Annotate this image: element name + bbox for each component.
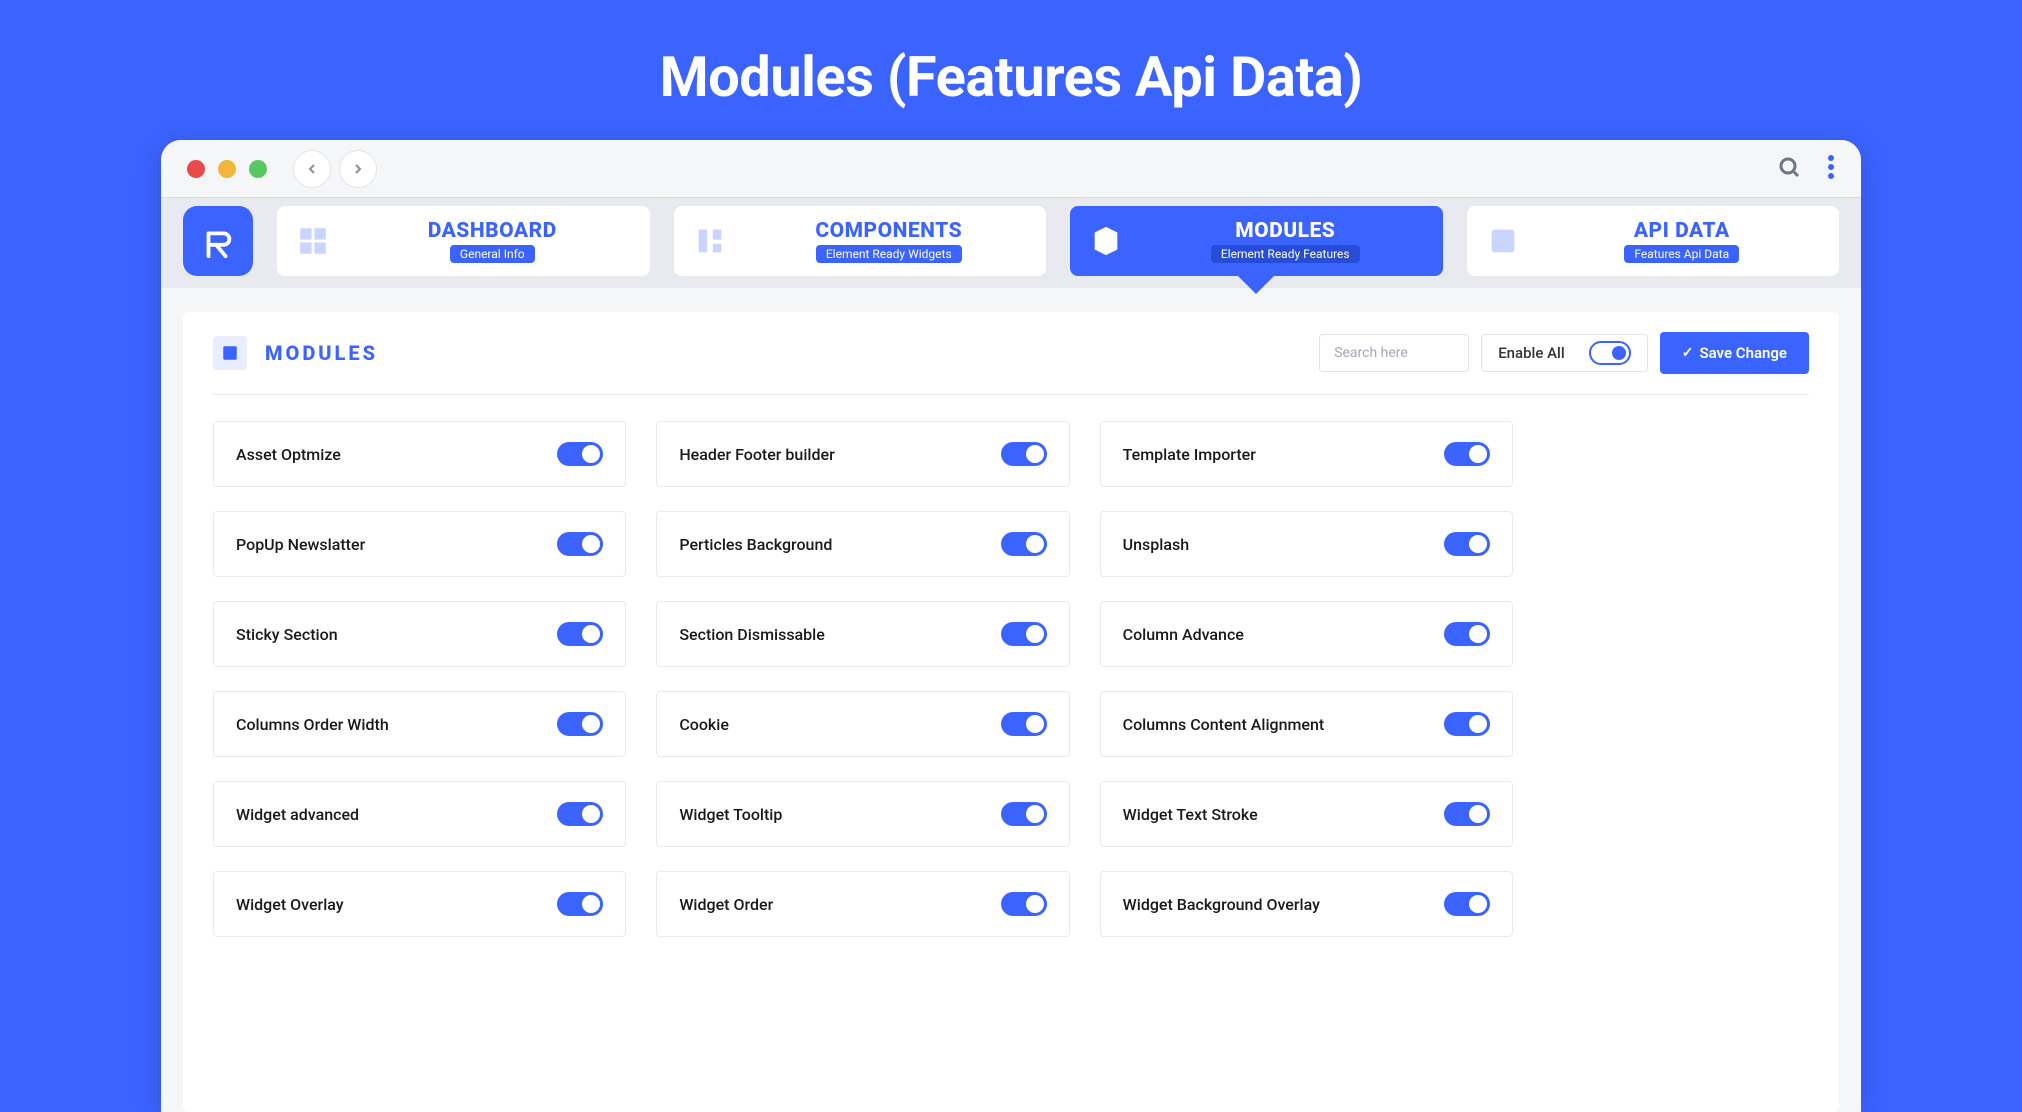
module-card: Widget advanced xyxy=(213,781,626,847)
tab-title: COMPONENTS xyxy=(815,219,962,243)
module-card: Widget Text Stroke xyxy=(1100,781,1513,847)
module-label: Column Advance xyxy=(1123,625,1244,644)
tab-title: DASHBOARD xyxy=(428,219,557,243)
module-label: Widget Overlay xyxy=(236,895,344,914)
forward-button[interactable] xyxy=(339,150,377,188)
browser-chrome xyxy=(161,140,1861,198)
module-toggle[interactable] xyxy=(1444,442,1490,466)
card-title: MODULES xyxy=(265,341,378,365)
module-label: Section Dismissable xyxy=(679,625,824,644)
tab-sub: Features Api Data xyxy=(1624,245,1739,263)
module-card: Columns Content Alignment xyxy=(1100,691,1513,757)
module-label: Cookie xyxy=(679,715,729,734)
tab-api-data[interactable]: API DATA Features Api Data xyxy=(1467,206,1840,276)
tab-sub: General Info xyxy=(450,245,535,263)
maximize-icon[interactable] xyxy=(249,160,267,178)
enable-all-toggle[interactable]: Enable All xyxy=(1481,334,1648,372)
browser-window: DASHBOARD General Info COMPONENTS Elemen… xyxy=(161,140,1861,1112)
module-card: Column Advance xyxy=(1100,601,1513,667)
card-header: MODULES Enable All ✓ Save Change xyxy=(213,332,1809,395)
module-label: Sticky Section xyxy=(236,625,338,644)
module-card: Columns Order Width xyxy=(213,691,626,757)
tab-title: API DATA xyxy=(1634,219,1730,243)
tab-dashboard[interactable]: DASHBOARD General Info xyxy=(277,206,650,276)
module-card: Unsplash xyxy=(1100,511,1513,577)
module-card: Asset Optmize xyxy=(213,421,626,487)
enable-all-label: Enable All xyxy=(1498,344,1565,362)
module-card: Widget Order xyxy=(656,871,1069,937)
traffic-lights xyxy=(187,160,267,178)
module-card: Widget Tooltip xyxy=(656,781,1069,847)
module-label: Columns Order Width xyxy=(236,715,389,734)
toggle-icon xyxy=(1589,341,1631,365)
save-button[interactable]: ✓ Save Change xyxy=(1660,332,1809,374)
module-label: Perticles Background xyxy=(679,535,832,554)
module-label: Asset Optmize xyxy=(236,445,341,464)
module-card: Widget Background Overlay xyxy=(1100,871,1513,937)
dashboard-icon xyxy=(291,219,335,263)
tab-modules[interactable]: MODULES Element Ready Features xyxy=(1070,206,1443,276)
nav-arrows xyxy=(293,150,377,188)
search-icon[interactable] xyxy=(1777,155,1801,183)
tab-sub: Element Ready Widgets xyxy=(816,245,962,263)
module-card: Cookie xyxy=(656,691,1069,757)
module-toggle[interactable] xyxy=(1001,802,1047,826)
module-toggle[interactable] xyxy=(1001,622,1047,646)
module-label: Widget Text Stroke xyxy=(1123,805,1258,824)
module-toggle[interactable] xyxy=(1444,622,1490,646)
module-toggle[interactable] xyxy=(1444,532,1490,556)
module-label: Widget Background Overlay xyxy=(1123,895,1320,914)
module-label: Template Importer xyxy=(1123,445,1256,464)
modules-grid: Asset Optmize Header Footer builder Templa… xyxy=(213,395,1513,937)
module-toggle[interactable] xyxy=(557,442,603,466)
module-label: Header Footer builder xyxy=(679,445,834,464)
page-title: Modules (Features Api Data) xyxy=(0,0,2022,140)
search-input[interactable] xyxy=(1319,334,1469,372)
more-icon[interactable] xyxy=(1827,153,1835,185)
module-card: Header Footer builder xyxy=(656,421,1069,487)
logo[interactable] xyxy=(183,206,253,276)
back-button[interactable] xyxy=(293,150,331,188)
module-toggle[interactable] xyxy=(1001,532,1047,556)
module-card: PopUp Newslatter xyxy=(213,511,626,577)
module-toggle[interactable] xyxy=(557,532,603,556)
tabs-bar: DASHBOARD General Info COMPONENTS Elemen… xyxy=(161,198,1861,288)
api-icon xyxy=(1481,219,1525,263)
tab-title: MODULES xyxy=(1235,219,1335,243)
components-icon xyxy=(688,219,732,263)
module-toggle[interactable] xyxy=(1444,892,1490,916)
check-icon: ✓ xyxy=(1682,345,1694,361)
module-toggle[interactable] xyxy=(1001,442,1047,466)
module-toggle[interactable] xyxy=(557,622,603,646)
modules-small-icon xyxy=(213,336,247,370)
module-toggle[interactable] xyxy=(1444,712,1490,736)
module-toggle[interactable] xyxy=(1001,712,1047,736)
save-label: Save Change xyxy=(1699,344,1787,362)
module-card: Widget Overlay xyxy=(213,871,626,937)
tab-components[interactable]: COMPONENTS Element Ready Widgets xyxy=(674,206,1047,276)
module-card: Perticles Background xyxy=(656,511,1069,577)
module-toggle[interactable] xyxy=(1444,802,1490,826)
module-label: Widget Order xyxy=(679,895,773,914)
module-label: Widget Tooltip xyxy=(679,805,782,824)
module-card: Template Importer xyxy=(1100,421,1513,487)
module-label: Widget advanced xyxy=(236,805,359,824)
module-label: Unsplash xyxy=(1123,535,1189,554)
module-toggle[interactable] xyxy=(557,892,603,916)
module-toggle[interactable] xyxy=(1001,892,1047,916)
module-card: Section Dismissable xyxy=(656,601,1069,667)
module-toggle[interactable] xyxy=(557,802,603,826)
module-toggle[interactable] xyxy=(557,712,603,736)
close-icon[interactable] xyxy=(187,160,205,178)
content-card: MODULES Enable All ✓ Save Change Asset O… xyxy=(183,312,1839,1112)
module-label: Columns Content Alignment xyxy=(1123,715,1325,734)
modules-icon xyxy=(1084,219,1128,263)
minimize-icon[interactable] xyxy=(218,160,236,178)
module-label: PopUp Newslatter xyxy=(236,535,365,554)
module-card: Sticky Section xyxy=(213,601,626,667)
tab-sub: Element Ready Features xyxy=(1211,245,1360,263)
